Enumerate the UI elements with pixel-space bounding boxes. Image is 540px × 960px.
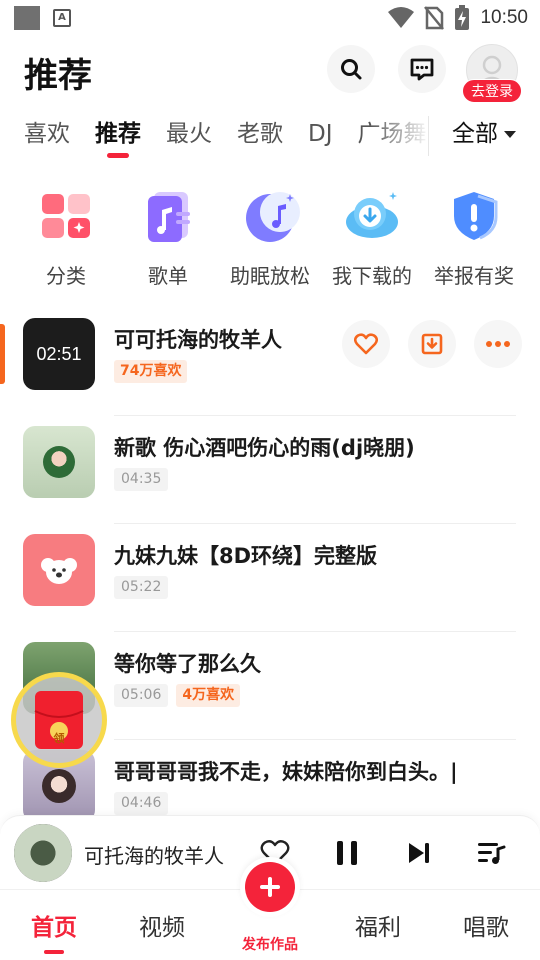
duration-badge: 04:35	[114, 468, 169, 491]
plus-icon	[260, 877, 280, 897]
message-icon	[410, 58, 434, 81]
category-playlist[interactable]: 歌单	[123, 186, 213, 289]
playlist-queue-button[interactable]	[472, 834, 510, 872]
red-packet-label: 领	[53, 732, 65, 745]
song-title: 新歌 伤心酒吧伤心的雨(dj晓朋)	[114, 436, 415, 460]
tab-likes[interactable]: 喜欢	[24, 110, 70, 160]
cloud-download-icon	[342, 186, 402, 246]
category-my-downloads[interactable]: 我下载的	[327, 186, 417, 289]
download-icon	[421, 333, 443, 355]
song-meta: 04:35	[114, 468, 169, 491]
album-disc[interactable]	[14, 824, 72, 882]
song-thumbnail: 02:51	[23, 318, 95, 390]
pause-icon	[337, 841, 357, 865]
battery-charging-icon	[455, 5, 470, 30]
page-title: 推荐	[24, 56, 92, 96]
search-button[interactable]	[327, 45, 375, 93]
publish-button[interactable]	[240, 857, 300, 917]
tab-hottest[interactable]: 最火	[166, 110, 212, 160]
clock: 10:50	[480, 7, 528, 28]
no-sim-icon	[424, 6, 445, 30]
tab-fade	[370, 110, 430, 160]
grid-icon	[36, 186, 96, 246]
queue-music-icon	[478, 843, 506, 864]
tab-all-dropdown[interactable]: 全部	[452, 110, 516, 158]
more-button[interactable]	[474, 320, 522, 368]
pause-button[interactable]	[328, 834, 366, 872]
category-sleep-relax[interactable]: 助眠放松	[225, 186, 315, 289]
category-label: 助眠放松	[230, 264, 310, 288]
search-icon	[341, 59, 362, 80]
artist-avatar	[42, 769, 76, 803]
song-thumbnail	[23, 426, 95, 498]
nav-video[interactable]: 视频	[122, 908, 202, 942]
duration-badge: 05:06	[114, 684, 169, 707]
skip-next-icon	[409, 843, 429, 863]
category-classify[interactable]: 分类	[21, 186, 111, 289]
heart-icon	[354, 333, 378, 355]
login-badge[interactable]: 去登录	[462, 79, 522, 103]
messages-button[interactable]	[398, 45, 446, 93]
app-notification-icon: A	[53, 9, 71, 27]
category-label: 分类	[46, 264, 86, 288]
download-button[interactable]	[408, 320, 456, 368]
moon-music-icon	[240, 186, 300, 246]
song-meta: 74万喜欢	[114, 360, 188, 383]
duration-badge: 04:46	[114, 792, 169, 815]
like-button[interactable]	[342, 320, 390, 368]
next-track-button[interactable]	[400, 834, 438, 872]
shield-alert-icon	[444, 186, 504, 246]
category-label: 举报有奖	[434, 264, 514, 288]
song-title: 可可托海的牧羊人	[114, 328, 282, 352]
player-title: 可托海的牧羊人	[84, 844, 224, 868]
more-dots-icon	[486, 341, 510, 347]
red-packet-button[interactable]: 领	[11, 672, 107, 768]
playlist-icon	[138, 186, 198, 246]
nav-home[interactable]: 首页	[14, 908, 94, 942]
koala-icon	[41, 558, 77, 584]
song-meta: 05:06 4万喜欢	[114, 684, 241, 707]
publish-label: 发布作品	[242, 937, 298, 953]
status-bar: A 10:50	[0, 0, 540, 36]
likes-badge: 4万喜欢	[176, 684, 241, 707]
tab-all-label: 全部	[452, 121, 498, 147]
nav-sing[interactable]: 唱歌	[446, 908, 526, 942]
tab-divider	[428, 116, 429, 156]
category-report-reward[interactable]: 举报有奖	[429, 186, 519, 289]
tab-oldies[interactable]: 老歌	[237, 110, 283, 160]
nav-welfare[interactable]: 福利	[338, 908, 418, 942]
song-meta: 05:22	[114, 576, 169, 599]
nav-publish[interactable]: 发布作品	[221, 857, 319, 960]
song-title: 哥哥哥哥我不走，妹妹陪你到白头。|	[114, 760, 458, 784]
notification-square-icon	[14, 6, 40, 30]
song-item[interactable]: 九妹九妹【8D环绕】完整版 05:22	[0, 524, 540, 632]
duration-badge: 05:22	[114, 576, 169, 599]
song-thumbnail	[23, 534, 95, 606]
artist-avatar	[43, 446, 75, 478]
category-label: 我下载的	[332, 264, 412, 288]
status-icons: 10:50	[388, 4, 528, 32]
publish-inner	[245, 862, 295, 912]
song-title: 等你等了那么久	[114, 652, 261, 676]
song-meta: 04:46	[114, 792, 169, 815]
likes-badge: 74万喜欢	[114, 360, 188, 383]
caret-down-icon	[504, 130, 516, 138]
tab-dj[interactable]: DJ	[308, 110, 333, 160]
song-item[interactable]: 02:51 可可托海的牧羊人 74万喜欢	[0, 308, 540, 416]
tab-recommend[interactable]: 推荐	[95, 110, 141, 160]
wifi-icon	[388, 7, 415, 28]
song-item[interactable]: 新歌 伤心酒吧伤心的雨(dj晓朋) 04:35	[0, 416, 540, 524]
song-timer: 02:51	[36, 343, 82, 364]
song-title: 九妹九妹【8D环绕】完整版	[114, 544, 378, 568]
category-label: 歌单	[148, 264, 188, 288]
